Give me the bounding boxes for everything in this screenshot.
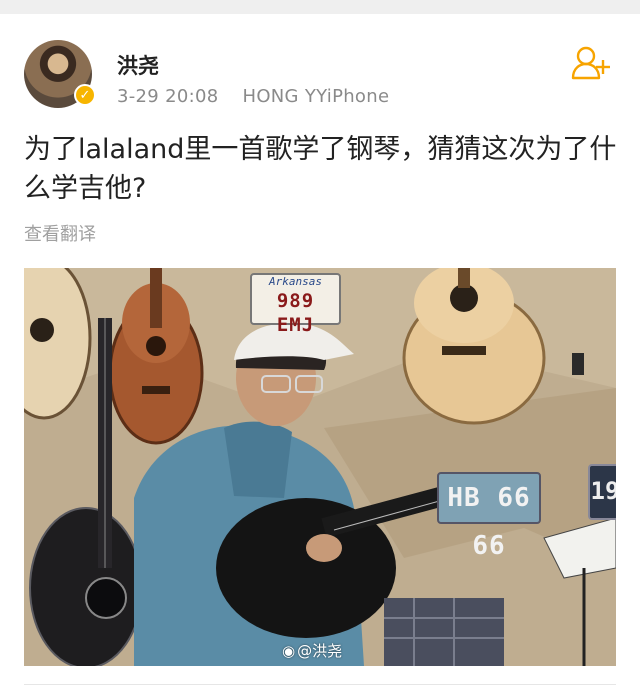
plate-number: 19 xyxy=(590,477,616,505)
follow-user-icon[interactable] xyxy=(570,44,612,82)
post-photo[interactable]: Arkansas 989 EMJ HB 66 66 19 ◉ @洪尧 xyxy=(24,268,616,666)
weibo-logo-icon: ◉ xyxy=(282,642,296,660)
plate-number: HB 66 66 xyxy=(447,483,531,561)
post-meta: 3-29 20:08 HONG YYiPhone xyxy=(117,86,407,107)
license-plate-hb: HB 66 66 xyxy=(437,472,541,561)
watermark-text: @洪尧 xyxy=(297,642,343,660)
translate-link[interactable]: 查看翻译 xyxy=(24,220,96,246)
username[interactable]: 洪尧 xyxy=(117,50,159,80)
post-source: HONG YYiPhone xyxy=(242,86,390,107)
post-time: 3-29 20:08 xyxy=(117,86,219,107)
top-bar xyxy=(0,0,640,14)
plate-number: 989 EMJ xyxy=(276,290,315,336)
license-plate-arkansas: Arkansas 989 EMJ xyxy=(250,273,341,336)
divider xyxy=(24,684,616,685)
plate-state: Arkansas xyxy=(269,275,322,288)
license-plate-edge: 19 xyxy=(588,464,616,520)
post-text: 为了lalaland里一首歌学了钢琴，猜猜这次为了什么学吉他? xyxy=(24,134,617,204)
verified-badge-icon: ✓ xyxy=(74,84,96,106)
photo-watermark: ◉ @洪尧 xyxy=(282,640,342,661)
